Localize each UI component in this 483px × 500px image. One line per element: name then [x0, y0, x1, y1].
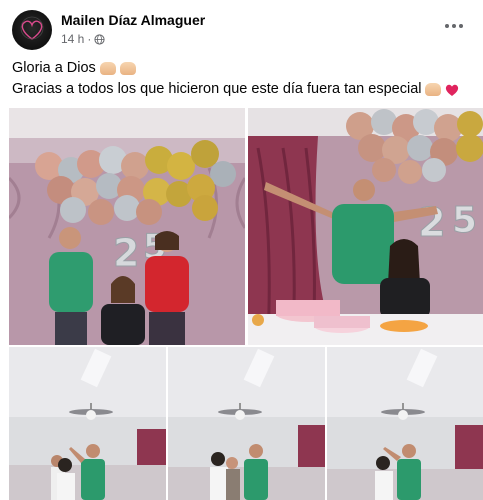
post-header: Mailen Díaz Almaguer 14 h · [12, 6, 472, 50]
author-name[interactable]: Mailen Díaz Almaguer [61, 12, 205, 28]
author-avatar[interactable] [12, 10, 52, 50]
post-photo-3[interactable] [9, 347, 166, 500]
red-heart-emoji-icon [446, 84, 459, 96]
praying-hands-emoji-icon [119, 62, 136, 75]
meta-separator: · [87, 32, 92, 46]
post-photo-1[interactable]: 2 5 [9, 108, 245, 345]
svg-text:2: 2 [113, 231, 139, 275]
post-photo-5[interactable] [327, 347, 483, 500]
post-text-line-1: Gloria a Dios [12, 60, 96, 76]
svg-text:5: 5 [452, 200, 477, 241]
post-timestamp[interactable]: 14 h [61, 32, 84, 46]
globe-icon[interactable] [94, 33, 105, 45]
avatar-logo-icon [20, 16, 44, 40]
post-meta: 14 h · [61, 32, 105, 46]
post-photo-4[interactable] [168, 347, 325, 500]
post-line-2: Gracias a todos los que hicieron que est… [12, 79, 472, 100]
post-body: Gloria a Dios Gracias a todos los que hi… [12, 58, 472, 100]
post-line-1: Gloria a Dios [12, 58, 472, 79]
more-options-icon[interactable] [440, 14, 468, 38]
praying-hands-emoji-icon [99, 62, 116, 75]
post-photo-2[interactable]: 2 5 [248, 108, 483, 345]
post-text-line-2: Gracias a todos los que hicieron que est… [12, 81, 422, 97]
praying-hands-emoji-icon [425, 83, 442, 96]
